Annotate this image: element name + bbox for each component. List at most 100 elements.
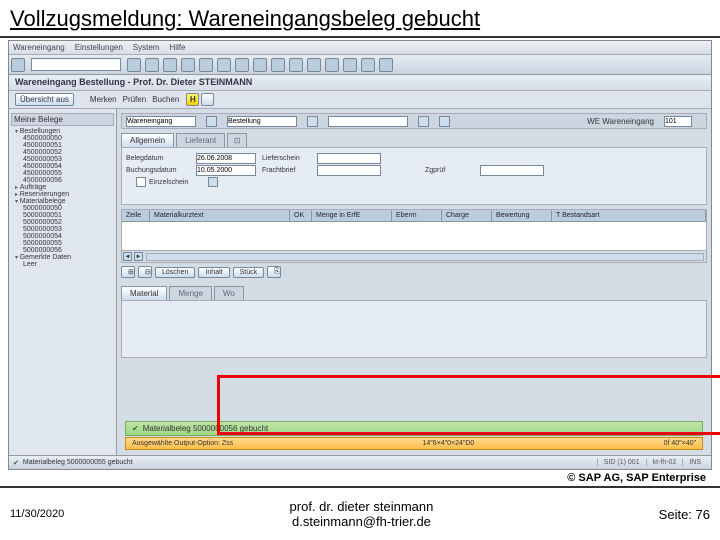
frachtbrief-input[interactable] <box>317 165 381 176</box>
tree-title: Meine Belege <box>11 113 114 126</box>
status-message: Materialbeleg 5000000055 gebucht <box>23 459 133 466</box>
tree-item[interactable]: 5000000055 <box>11 240 114 247</box>
belegdatum-input[interactable] <box>196 153 256 164</box>
scroll-right-icon[interactable]: ► <box>134 252 143 261</box>
btn-selectall[interactable]: ⊞ <box>121 266 135 278</box>
menu-wareneingang[interactable]: Wareneingang <box>13 43 65 52</box>
col-eberm[interactable]: Eberm <box>392 210 442 221</box>
menubar: Wareneingang Einstellungen System Hilfe <box>9 41 711 55</box>
help-icon[interactable] <box>361 58 375 72</box>
status-host: kt-fh-02 <box>646 459 683 466</box>
tree-item[interactable]: 5000000052 <box>11 219 114 226</box>
tree-section-reservierungen[interactable]: Reservierungen <box>11 191 114 198</box>
btn-inhalt[interactable]: Inhalt <box>198 267 229 278</box>
ok-icon[interactable] <box>11 58 25 72</box>
output-mid: 14″6×4″0×24″D0 <box>422 440 474 447</box>
tree-item[interactable]: 5000000051 <box>11 212 114 219</box>
next-icon[interactable] <box>289 58 303 72</box>
tab-lieferant[interactable]: Lieferant <box>176 133 225 147</box>
tab-material[interactable]: Material <box>121 286 167 300</box>
col-bewertung[interactable]: Bewertung <box>492 210 552 221</box>
help-h-button[interactable]: H <box>186 93 199 106</box>
tree-section-bestellungen[interactable]: Bestellungen <box>11 128 114 135</box>
tab-menge[interactable]: Menge <box>169 286 211 300</box>
mvt-code[interactable] <box>664 116 692 127</box>
detail-area: Material Menge Wo <box>121 286 707 358</box>
newsession-icon[interactable] <box>325 58 339 72</box>
lieferschein-label: Lieferschein <box>262 155 317 162</box>
btn-extra-icon[interactable]: ⎘ <box>267 266 281 278</box>
zgpruef-input[interactable] <box>480 165 544 176</box>
cancel-icon[interactable] <box>181 58 195 72</box>
menu-einstellungen[interactable]: Einstellungen <box>75 43 123 52</box>
tree-item[interactable]: 4500000056 <box>11 177 114 184</box>
status-bar: Materialbeleg 5000000055 gebucht SID (1)… <box>9 455 711 469</box>
slide-footer: 11/30/2020 prof. dr. dieter steinmann d.… <box>0 486 720 540</box>
col-zeile[interactable]: Zeile <box>122 210 150 221</box>
tree-item[interactable]: 4500000055 <box>11 170 114 177</box>
merken-button[interactable]: Merken <box>90 95 117 104</box>
einzelschein-checkbox[interactable] <box>136 177 146 187</box>
app-toolbar: Übersicht aus Merken Prüfen Buchen H <box>9 91 711 109</box>
tree-section-gemerkte[interactable]: Gemerkte Daten <box>11 254 114 261</box>
tree-item[interactable]: 5000000050 <box>11 205 114 212</box>
buchen-button[interactable]: Buchen <box>152 95 179 104</box>
dd-icon[interactable] <box>307 116 318 127</box>
tree-item[interactable]: 4500000051 <box>11 142 114 149</box>
footer-author: prof. dr. dieter steinmann <box>64 499 658 514</box>
tree-item[interactable]: 5000000056 <box>11 247 114 254</box>
menu-hilfe[interactable]: Hilfe <box>169 43 185 52</box>
tree-section-materialbelege[interactable]: Materialbelege <box>11 198 114 205</box>
frachtbrief-label: Frachtbrief <box>262 167 317 174</box>
tree-section-auftraege[interactable]: Aufträge <box>11 184 114 191</box>
findnext-icon[interactable] <box>235 58 249 72</box>
col-material[interactable]: Materialkurztext <box>150 210 290 221</box>
col-menge[interactable]: Menge in ErfE <box>312 210 392 221</box>
execute2-icon[interactable] <box>439 116 450 127</box>
transaction-dd[interactable] <box>126 116 196 127</box>
toolbar-extra-icon[interactable] <box>201 93 214 106</box>
back-icon[interactable] <box>145 58 159 72</box>
tree-item[interactable]: 5000000054 <box>11 233 114 240</box>
col-bestandsart[interactable]: T Bestandsart <box>552 210 706 221</box>
hscrollbar[interactable] <box>146 253 704 261</box>
col-charge[interactable]: Charge <box>442 210 492 221</box>
dd-icon[interactable] <box>208 177 218 187</box>
col-ok[interactable]: OK <box>290 210 312 221</box>
dd-icon[interactable] <box>206 116 217 127</box>
last-icon[interactable] <box>307 58 321 72</box>
btn-loeschen[interactable]: Löschen <box>155 267 195 278</box>
settings-icon[interactable] <box>379 58 393 72</box>
grid-body[interactable] <box>122 222 706 250</box>
output-left: Ausgewählte Output-Option: Zss <box>132 440 233 447</box>
find-icon[interactable] <box>217 58 231 72</box>
pruefen-button[interactable]: Prüfen <box>123 95 147 104</box>
tree-item[interactable]: 4500000052 <box>11 149 114 156</box>
exit-icon[interactable] <box>163 58 177 72</box>
print-icon[interactable] <box>199 58 213 72</box>
scroll-left-icon[interactable]: ◄ <box>123 252 132 261</box>
btn-stueck[interactable]: Stück <box>233 267 265 278</box>
tab-allgemein[interactable]: Allgemein <box>121 133 174 147</box>
hide-overview-button[interactable]: Übersicht aus <box>15 93 74 106</box>
tree-item[interactable]: 4500000050 <box>11 135 114 142</box>
tab-info-icon[interactable]: ⊡ <box>227 133 247 147</box>
buchungsdatum-input[interactable] <box>196 165 256 176</box>
menu-system[interactable]: System <box>133 43 160 52</box>
btn-deselectall[interactable]: ⊟ <box>138 266 152 278</box>
footer-date: 11/30/2020 <box>10 508 64 520</box>
execute-icon[interactable] <box>418 116 429 127</box>
lieferschein-input[interactable] <box>317 153 381 164</box>
tree-item[interactable]: 4500000054 <box>11 163 114 170</box>
prev-icon[interactable] <box>271 58 285 72</box>
tab-wo[interactable]: Wo <box>214 286 244 300</box>
po-number-input[interactable] <box>328 116 408 127</box>
tcode-input[interactable] <box>31 58 121 71</box>
shortcut-icon[interactable] <box>343 58 357 72</box>
page-title: Wareneingang Bestellung - Prof. Dr. Diet… <box>9 75 711 91</box>
tree-item[interactable]: 4500000053 <box>11 156 114 163</box>
save-icon[interactable] <box>127 58 141 72</box>
tree-item[interactable]: 5000000053 <box>11 226 114 233</box>
first-icon[interactable] <box>253 58 267 72</box>
reference-dd[interactable] <box>227 116 297 127</box>
